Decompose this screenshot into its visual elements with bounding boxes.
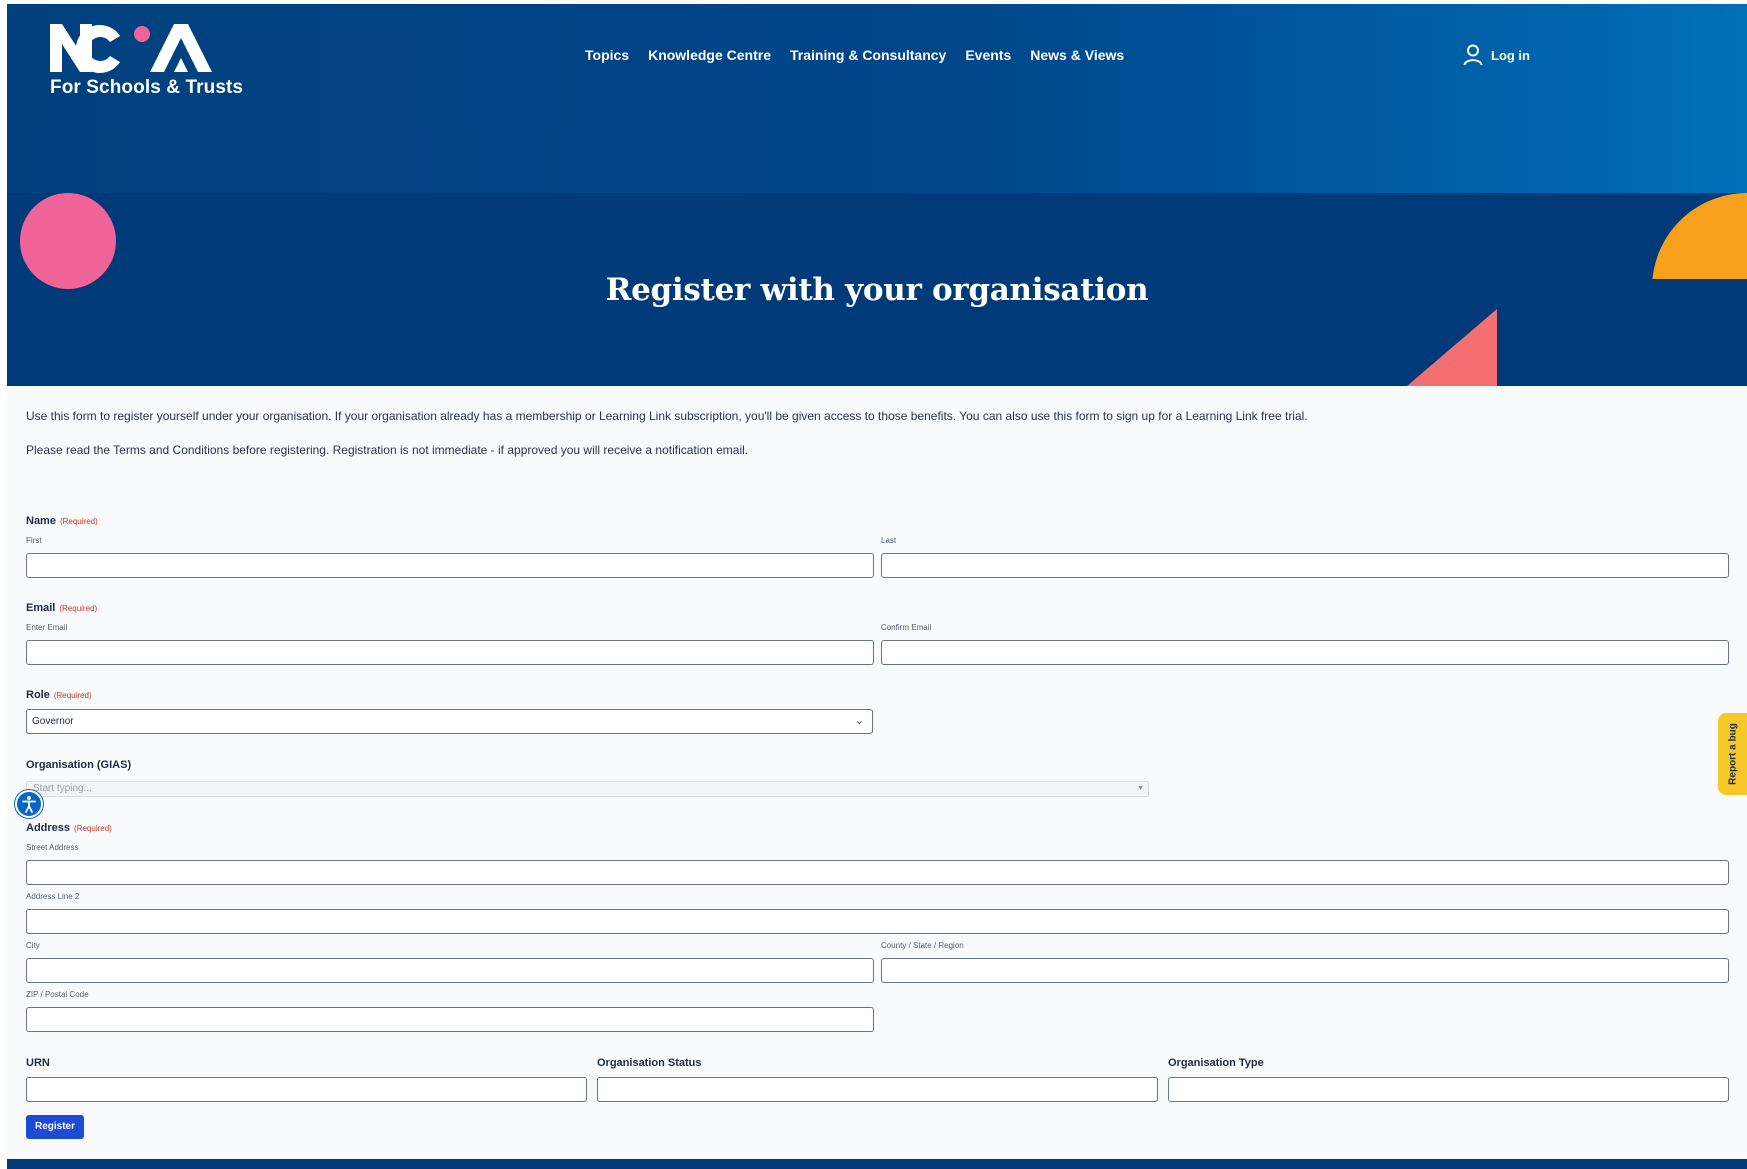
email-input[interactable] [26, 640, 874, 665]
required-marker: (Required) [74, 824, 112, 833]
address-label: Address (Required) [26, 822, 112, 834]
organisation-type-label: Organisation Type [1168, 1057, 1264, 1069]
county-label: County / State / Region [881, 941, 964, 950]
nav-events[interactable]: Events [965, 47, 1011, 63]
register-button[interactable]: Register [26, 1115, 84, 1139]
role-label-text: Role [26, 689, 50, 701]
organisation-label: Organisation (GIAS) [26, 759, 132, 771]
confirm-email-input[interactable] [881, 640, 1729, 665]
organisation-status-label: Organisation Status [597, 1057, 702, 1069]
chevron-down-icon: ▼ [1137, 785, 1144, 792]
nav-news-views[interactable]: News & Views [1030, 47, 1124, 63]
organisation-placeholder: Start typing... [33, 783, 92, 794]
footer-bar [7, 1159, 1747, 1169]
street-address-input[interactable] [26, 860, 1729, 885]
role-selected-value: Governor [32, 716, 74, 727]
county-input[interactable] [881, 958, 1729, 983]
intro-paragraph-1: Use this form to register yourself under… [26, 409, 1308, 423]
address-label-text: Address [26, 822, 71, 834]
organisation-status-input[interactable] [597, 1077, 1158, 1102]
required-marker: (Required) [59, 517, 98, 526]
name-label-text: Name [26, 515, 56, 527]
name-label: Name (Required) [26, 515, 98, 527]
enter-email-label: Enter Email [26, 623, 68, 632]
urn-label: URN [26, 1057, 50, 1069]
email-label: Email (Required) [26, 602, 97, 614]
first-name-label: First [26, 536, 42, 545]
address-line-2-input[interactable] [26, 909, 1729, 934]
intro-paragraph-2: Please read the Terms and Conditions bef… [26, 443, 749, 457]
confirm-email-label: Confirm Email [881, 623, 932, 632]
page-title: Register with your organisation [605, 272, 1149, 308]
organisation-type-input[interactable] [1168, 1077, 1729, 1102]
chevron-down-icon: ⌄ [854, 715, 864, 727]
email-label-text: Email [26, 602, 56, 614]
accessibility-icon [22, 796, 36, 813]
nav-topics[interactable]: Topics [585, 47, 629, 63]
zip-input[interactable] [26, 1007, 874, 1032]
main-nav: Topics Knowledge Centre Training & Consu… [585, 47, 1124, 63]
city-input[interactable] [26, 958, 874, 983]
login-label: Log in [1491, 47, 1530, 63]
nav-knowledge-centre[interactable]: Knowledge Centre [648, 47, 771, 63]
accessibility-button[interactable] [15, 790, 43, 818]
urn-input[interactable] [26, 1077, 587, 1102]
last-name-label: Last [881, 536, 897, 545]
organisation-search-input[interactable]: Start typing... ▼ [26, 781, 1149, 797]
page: For Schools & Trusts Topics Knowledge Ce… [7, 4, 1747, 1169]
address-line-2-label: Address Line 2 [26, 892, 80, 901]
hero-top-band [7, 4, 1747, 193]
report-bug-label: Report a bug [1727, 723, 1738, 785]
first-name-input[interactable] [26, 553, 874, 578]
street-address-label: Street Address [26, 843, 79, 852]
nav-training-consultancy[interactable]: Training & Consultancy [790, 47, 946, 63]
decorative-coral-triangle [1407, 309, 1497, 386]
user-icon [1463, 44, 1483, 66]
login-link[interactable]: Log in [1463, 44, 1530, 66]
report-bug-tab[interactable]: Report a bug [1718, 713, 1747, 795]
required-marker: (Required) [59, 604, 98, 613]
nga-logo[interactable]: For Schools & Trusts [50, 22, 244, 104]
nga-logo-mark [50, 24, 212, 73]
logo-tagline: For Schools & Trusts [50, 77, 244, 98]
last-name-input[interactable] [881, 553, 1729, 578]
role-select[interactable]: Governor ⌄ [26, 709, 873, 734]
role-label: Role (Required) [26, 689, 92, 701]
city-label: City [26, 941, 40, 950]
zip-label: ZIP / Postal Code [26, 990, 89, 999]
hero-header: For Schools & Trusts Topics Knowledge Ce… [7, 4, 1747, 386]
required-marker: (Required) [53, 691, 92, 700]
